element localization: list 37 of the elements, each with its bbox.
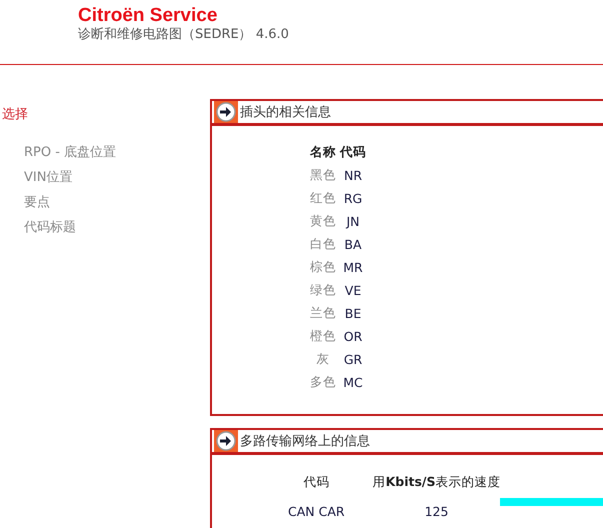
table-cell-text: NR [342, 167, 364, 185]
table-cell-text: MR [342, 259, 364, 277]
table-cell-text: CAN CAR [287, 502, 346, 520]
arrow-icon [214, 430, 238, 452]
app-title: Citroën Service [78, 5, 218, 27]
panel-title: 插头的相关信息 [240, 104, 331, 121]
table-cell-text: 灰 [316, 350, 330, 368]
table-cell-text: 橙色 [309, 327, 337, 345]
arrow-icon [214, 101, 238, 123]
sidebar-link[interactable]: RPO - 底盘位置 [0, 140, 210, 165]
table-cell-text: 黄色 [309, 212, 337, 230]
table-cell-text: VE [344, 282, 362, 300]
table-cell-text: 棕色 [309, 258, 337, 276]
table-cell-text: 红色 [309, 189, 337, 207]
sidebar-link[interactable]: 要点 [0, 190, 210, 215]
column-header: 代码 [338, 143, 367, 161]
table-cell-text: BA [343, 236, 363, 254]
column-header: 用Kbits/S表示的速度 [372, 473, 502, 491]
table-cell-text: MC [342, 374, 364, 392]
table-cell-text: 白色 [309, 235, 337, 253]
column-header: 名称 [308, 143, 337, 161]
table-cell-text: 绿色 [309, 281, 337, 299]
sidebar-heading: 选择 [1, 106, 29, 123]
sidebar-link[interactable]: VIN位置 [0, 165, 210, 190]
panel-title: 多路传输网络上的信息 [240, 433, 370, 450]
app-subtitle: 诊断和维修电路图（SEDRE） 4.6.0 [78, 27, 290, 43]
table-cell-text: 黑色 [309, 166, 337, 184]
table-cell-text: 125 [424, 502, 450, 520]
table-cell-text: JN [344, 213, 361, 231]
table-cell-text: GR [342, 351, 364, 369]
sidebar-link[interactable]: 代码标题 [0, 215, 210, 240]
column-header: 代码 [302, 473, 330, 491]
table-cell-text: RG [342, 190, 364, 208]
table-cell-text: BE [344, 305, 362, 323]
table-cell-text: 兰色 [309, 304, 337, 322]
table-cell-text: 多色 [309, 373, 337, 391]
table-cell-text: OR [342, 328, 364, 346]
